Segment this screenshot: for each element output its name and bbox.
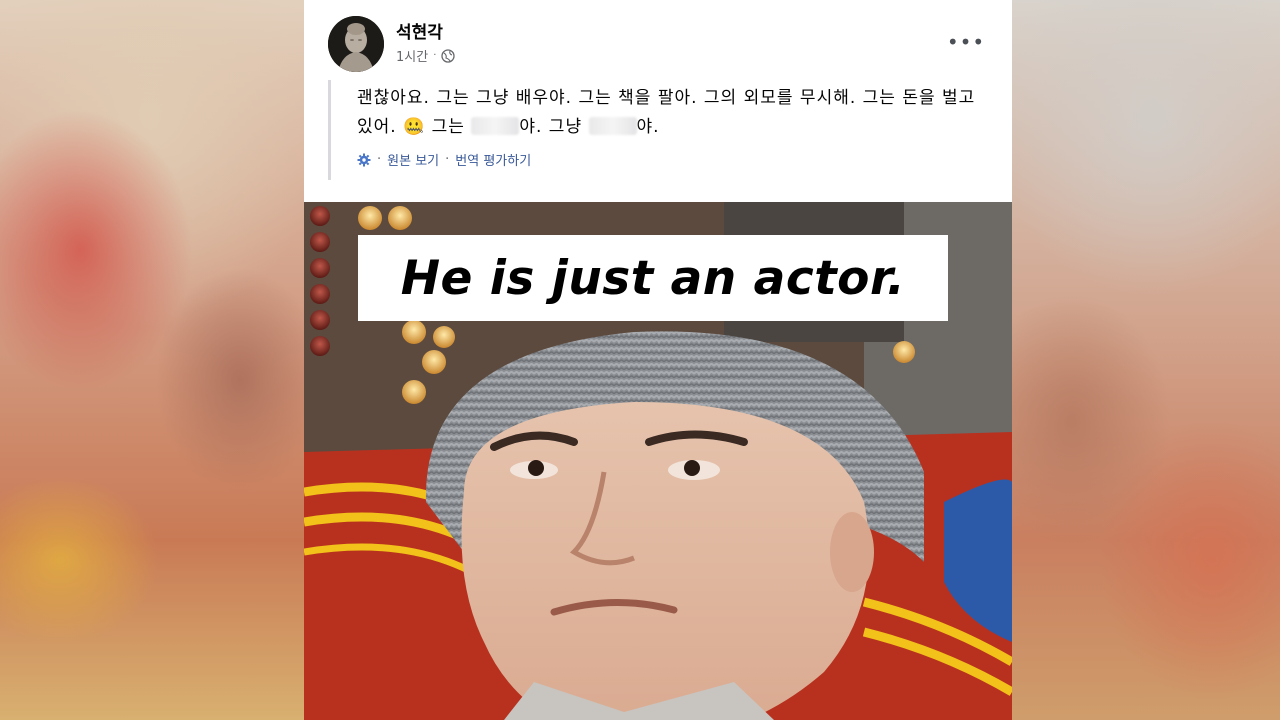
redacted-name-2 <box>588 117 637 135</box>
post-translated-text-block: 괜찮아요. 그는 그냥 배우야. 그는 책을 팔아. 그의 외모를 무시해. 그… <box>328 80 988 180</box>
post-author-name[interactable]: 석현각 <box>396 18 443 43</box>
redacted-name-1 <box>471 117 520 135</box>
photo-caption: He is just an actor. <box>400 250 906 306</box>
avatar[interactable] <box>328 16 384 72</box>
post-body-text: 괜찮아요. 그는 그냥 배우야. 그는 책을 팔아. 그의 외모를 무시해. 그… <box>357 80 997 142</box>
zipper-mouth-emoji: 🤐 <box>403 117 426 137</box>
translate-separator-lead: · <box>377 152 382 167</box>
meta-separator: · <box>433 50 437 61</box>
facebook-post-card: 석현각 1시간 · ••• 괜찮아요. 그는 그냥 배우야. 그는 책을 팔아.… <box>304 0 1012 720</box>
photo-caption-box: He is just an actor. <box>358 235 948 321</box>
rate-translation-link[interactable]: 번역 평가하기 <box>455 150 531 169</box>
post-text-part-2: 그는 <box>425 117 472 137</box>
post-header: 석현각 1시간 · ••• <box>304 0 1012 80</box>
see-original-link[interactable]: 원본 보기 <box>387 150 439 169</box>
translate-separator: · <box>445 152 450 167</box>
post-text-part-3: 야. 그냥 <box>519 117 589 137</box>
blurred-background-left <box>0 0 304 720</box>
gear-icon <box>357 153 371 167</box>
avatar-statue-image <box>328 16 384 72</box>
post-text-part-4: 야. <box>636 117 660 137</box>
post-timestamp[interactable]: 1시간 <box>396 46 428 65</box>
translation-controls: · 원본 보기 · 번역 평가하기 <box>357 150 988 169</box>
more-options-icon: ••• <box>946 30 986 54</box>
post-photo[interactable]: He is just an actor. <box>304 202 1012 720</box>
globe-icon <box>441 48 456 63</box>
post-meta: 1시간 · <box>396 46 456 65</box>
blurred-background-right <box>1012 0 1280 720</box>
more-options-button[interactable]: ••• <box>946 28 986 56</box>
